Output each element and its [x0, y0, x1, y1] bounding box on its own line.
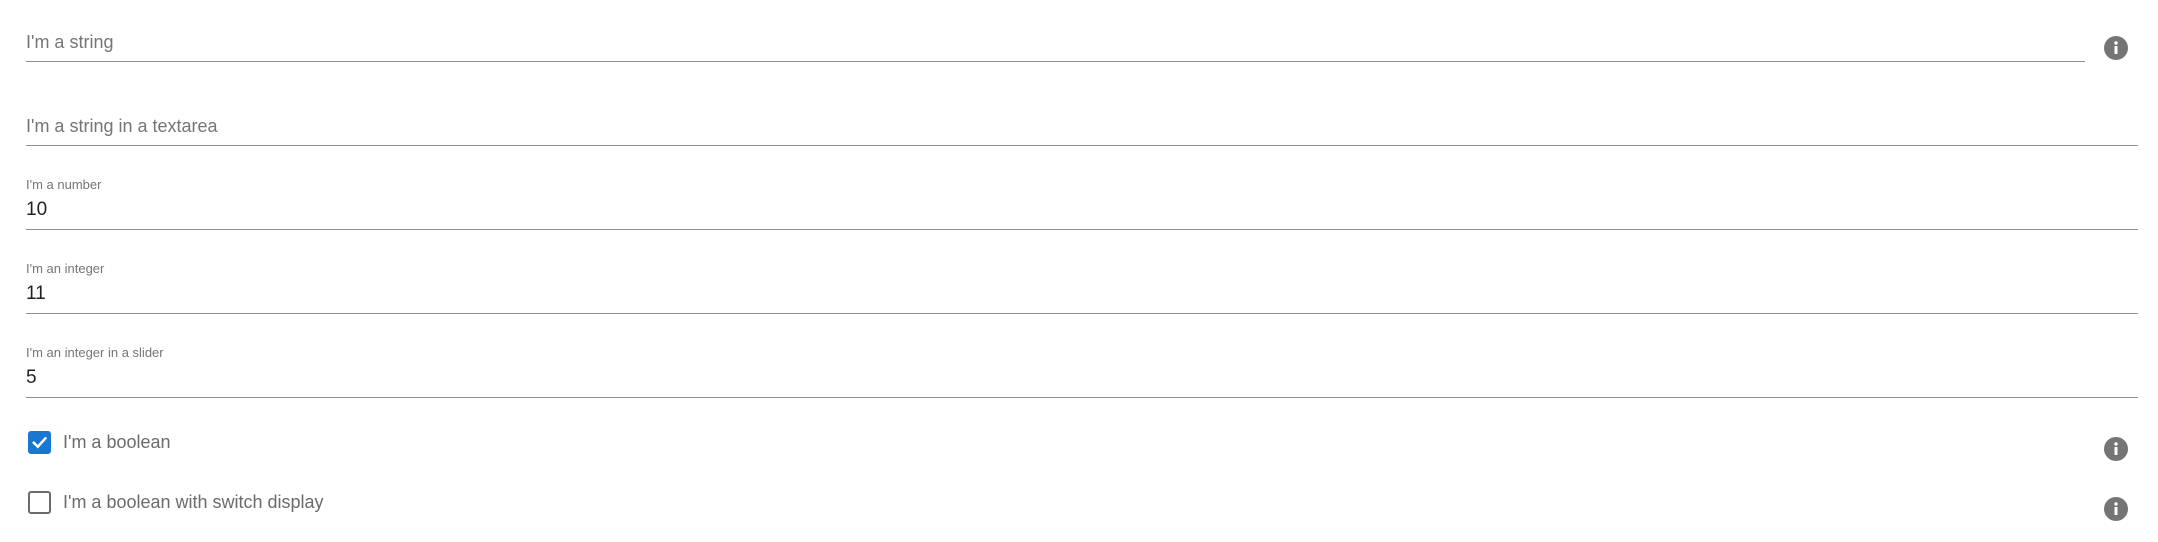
info-icon[interactable]: [2104, 437, 2128, 461]
textarea-field[interactable]: I'm a string in a textarea: [26, 114, 2138, 146]
boolean-checkbox-label: I'm a boolean: [63, 432, 171, 452]
switch-checkbox[interactable]: [28, 490, 51, 514]
boolean-checkbox-row[interactable]: I'm a boolean: [26, 425, 171, 459]
string-field-underline: [26, 61, 2085, 62]
check-icon: [32, 436, 48, 448]
integer-field-underline: [26, 313, 2138, 314]
slider-field-value[interactable]: 5: [26, 366, 37, 389]
number-field-value[interactable]: 10: [26, 198, 47, 221]
string-field[interactable]: I'm a string: [26, 30, 2085, 62]
integer-field-label: I'm an integer: [26, 261, 105, 276]
number-field[interactable]: I'm a number 10: [26, 177, 2138, 230]
integer-field-value[interactable]: 11: [26, 282, 46, 305]
textarea-field-label: I'm a string in a textarea: [26, 116, 218, 136]
switch-checkbox-row[interactable]: I'm a boolean with switch display: [26, 485, 324, 519]
number-field-underline: [26, 229, 2138, 230]
switch-checkbox-label: I'm a boolean with switch display: [63, 492, 324, 512]
string-field-label: I'm a string: [26, 32, 114, 52]
slider-field-label: I'm an integer in a slider: [26, 345, 164, 360]
number-field-label: I'm a number: [26, 177, 102, 192]
slider-field-underline: [26, 397, 2138, 398]
info-icon[interactable]: [2104, 497, 2128, 521]
slider-field[interactable]: I'm an integer in a slider 5: [26, 345, 2138, 398]
boolean-checkbox[interactable]: [28, 430, 51, 454]
info-icon[interactable]: [2104, 36, 2128, 60]
integer-field[interactable]: I'm an integer 11: [26, 261, 2138, 314]
textarea-field-underline: [26, 145, 2138, 146]
